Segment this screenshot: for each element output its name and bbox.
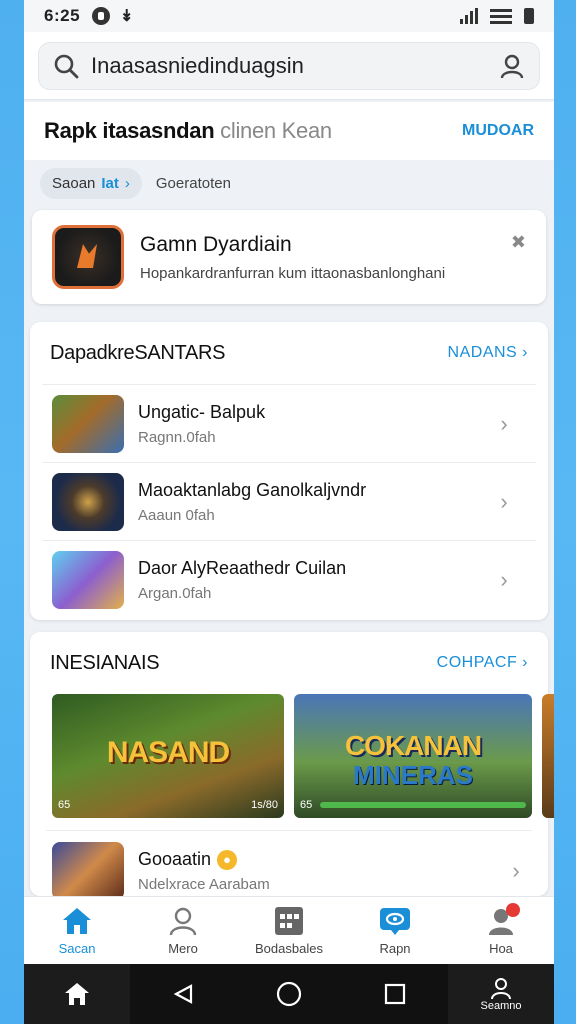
- game-thumbnail: [52, 472, 124, 531]
- chevron-right-icon: ›: [500, 488, 508, 514]
- battery-icon: [524, 8, 534, 24]
- circle-icon: [276, 981, 302, 1007]
- featured-app-card[interactable]: Gamn Dyardiain Hopankardranfurran kum it…: [32, 210, 546, 304]
- game-thumbnail: [52, 842, 124, 900]
- list-item-title: Gooaatin ●: [138, 848, 506, 871]
- section-more-label: NADANS: [447, 344, 518, 361]
- nav-label: Mero: [168, 941, 198, 956]
- notification-icon: [92, 7, 111, 25]
- header-action-link[interactable]: MUDOAR: [462, 122, 534, 140]
- notification-badge: [506, 903, 520, 917]
- system-back-button[interactable]: [130, 964, 236, 1024]
- list-item[interactable]: Gooaatin ● Ndelxrace Aarabam ›: [30, 841, 548, 901]
- profile-icon[interactable]: [497, 51, 527, 81]
- system-account-button[interactable]: Seamno: [448, 964, 554, 1024]
- app-icon: [52, 225, 124, 289]
- chevron-right-icon: ›: [500, 410, 508, 436]
- chevron-right-icon: ›: [124, 174, 130, 192]
- list-item[interactable]: Ungatic- Balpuk Ragnn.0fah ›: [42, 384, 536, 462]
- chat-icon: [379, 905, 411, 937]
- search-input[interactable]: [91, 53, 497, 79]
- status-bar: 6:25 ↡: [24, 0, 554, 32]
- system-home-circle-button[interactable]: [236, 964, 342, 1024]
- home-icon: [65, 983, 89, 1005]
- nav-label: Rapn: [379, 941, 411, 956]
- list-item-title: Maoaktanlabg Ganolkaljvndr: [138, 479, 367, 500]
- search-icon[interactable]: [51, 51, 81, 81]
- nav-label: Sacan: [58, 941, 96, 956]
- divider: [46, 830, 532, 831]
- nav-item-messages[interactable]: Rapn: [342, 897, 448, 964]
- featured-app-title: Gamn Dyardiain: [140, 232, 292, 256]
- section-more-link[interactable]: COHPACF ›: [437, 654, 528, 672]
- banner-count: 65: [58, 799, 71, 811]
- home-icon: [61, 905, 93, 937]
- section-featured-games: INESIANAIS COHPACF › NASAND 65 1s/80 COK…: [30, 632, 554, 900]
- list-item-subtitle: Aaaun 0fah: [138, 506, 215, 524]
- back-icon: [173, 984, 193, 1004]
- page-title-main: Rapk itasasndan: [44, 118, 215, 143]
- search-area: [24, 32, 554, 100]
- system-navigation-bar: Seamno: [24, 964, 554, 1024]
- list-item-subtitle: Ragnn.0fah: [138, 428, 216, 446]
- chip-label: Saoan: [52, 174, 96, 192]
- list-item[interactable]: Maoaktanlabg Ganolkaljvndr Aaaun 0fah ›: [42, 462, 536, 540]
- list-item-title-text: Gooaatin: [138, 848, 212, 869]
- grid-icon: [273, 905, 305, 937]
- game-banner-peek[interactable]: [542, 694, 554, 818]
- phone-screen: 6:25 ↡ Rapk itasasndan clinen Kean MUDOA…: [24, 0, 554, 1024]
- search-bar[interactable]: [38, 42, 540, 90]
- filter-chip[interactable]: Saoan Iat ›: [40, 167, 142, 199]
- system-home-button[interactable]: [24, 964, 130, 1024]
- dismiss-icon[interactable]: ✖: [511, 232, 526, 253]
- section-top-charts: DapadkreSANTARS NADANS › Ungatic- Balpuk…: [30, 322, 548, 620]
- list-item-subtitle: Argan.0fah: [138, 584, 212, 602]
- system-account-label: Seamno: [480, 1000, 522, 1012]
- banner-count: 65: [300, 799, 313, 811]
- game-banner[interactable]: COKANAN MINERAS 65: [294, 694, 532, 818]
- banner-title: NASAND: [106, 736, 230, 769]
- section-title: DapadkreSANTARS: [50, 341, 226, 364]
- list-item[interactable]: Daor AlyReaathedr Cuilan Argan.0fah ›: [42, 540, 536, 618]
- nav-label: Hoa: [489, 941, 513, 956]
- nav-item-dashboard[interactable]: Bodasbales: [236, 897, 342, 964]
- section-more-label: COHPACF: [436, 654, 518, 671]
- wifi-icon: [490, 8, 512, 24]
- category-chip[interactable]: Goeratoten: [156, 175, 231, 192]
- filter-chips: Saoan Iat › Goeratoten: [24, 160, 554, 206]
- section-more-link[interactable]: NADANS ›: [448, 344, 528, 362]
- nav-item-account[interactable]: Hoa: [448, 897, 554, 964]
- coin-icon: ●: [217, 850, 238, 871]
- person-icon: [491, 978, 511, 1000]
- chevron-right-icon: ›: [500, 566, 508, 592]
- page-title: Rapk itasasndan clinen Kean: [44, 118, 332, 144]
- list-item-title: Daor AlyReaathedr Cuilan: [138, 557, 347, 578]
- status-time: 6:25: [44, 6, 81, 25]
- square-icon: [384, 983, 406, 1005]
- person-icon: [167, 905, 199, 937]
- banner-title: COKANAN: [344, 730, 482, 761]
- featured-app-subtitle: Hopankardranfurran kum ittaonasbanlongha…: [140, 264, 446, 282]
- chevron-right-icon: ›: [512, 858, 520, 883]
- system-recents-button[interactable]: [342, 964, 448, 1024]
- bottom-navigation: Sacan Mero Bodasbales Rapn Hoa: [24, 896, 554, 964]
- list-item-subtitle: Ndelxrace Aarabam: [138, 876, 270, 894]
- banner-carousel[interactable]: NASAND 65 1s/80 COKANAN MINERAS 65: [30, 694, 554, 818]
- list-item-title: Ungatic- Balpuk: [138, 401, 266, 422]
- nav-label: Bodasbales: [255, 941, 323, 956]
- nav-item-home[interactable]: Sacan: [24, 897, 130, 964]
- page-header: Rapk itasasndan clinen Kean MUDOAR: [24, 102, 554, 160]
- section-title: INESIANAIS: [50, 651, 160, 674]
- chip-highlight: Iat: [101, 174, 119, 192]
- banner-progress-bar: [320, 802, 526, 808]
- page-title-suffix: clinen Kean: [220, 118, 332, 143]
- download-icon: ↡: [120, 8, 134, 25]
- nav-item-profile[interactable]: Mero: [130, 897, 236, 964]
- signal-icon: [460, 8, 478, 24]
- game-thumbnail: [52, 550, 124, 609]
- game-thumbnail: [52, 394, 124, 453]
- banner-progress-text: 1s/80: [251, 799, 278, 811]
- banner-subtitle: MINERAS: [353, 760, 473, 790]
- game-banner[interactable]: NASAND 65 1s/80: [52, 694, 284, 818]
